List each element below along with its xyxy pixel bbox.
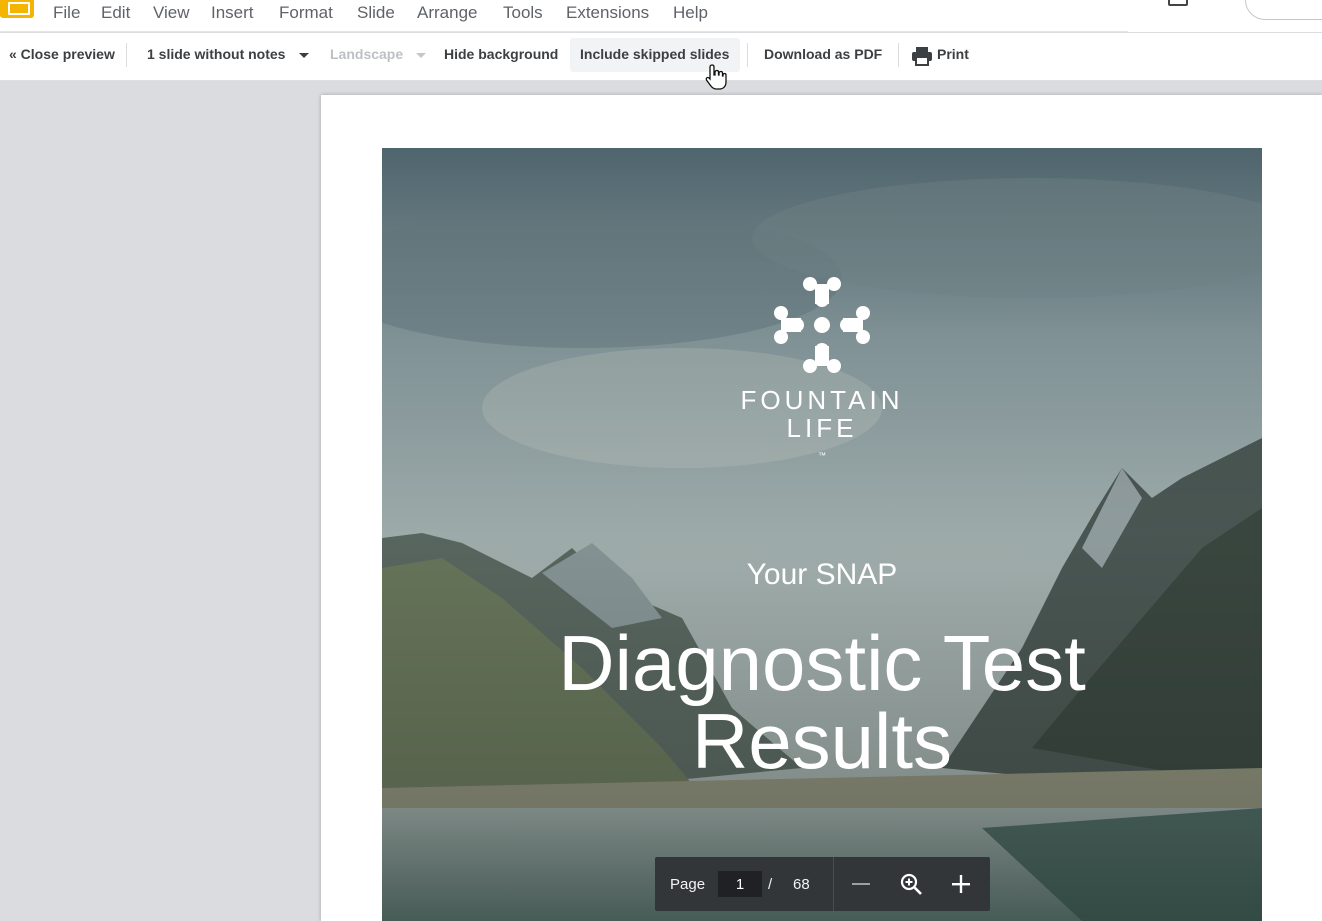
orientation-dropdown[interactable]: Landscape (330, 45, 403, 63)
menu-help[interactable]: Help (673, 3, 708, 23)
menu-bar: File Edit View Insert Format Slide Arran… (0, 0, 1322, 32)
menu-view[interactable]: View (153, 3, 190, 23)
menu-insert[interactable]: Insert (211, 3, 254, 23)
dropdown-caret-icon[interactable] (416, 53, 426, 58)
brand-line-2: LIFE ™ (382, 414, 1262, 470)
slide-title-line-2: Results (691, 697, 953, 785)
hand-cursor-icon (705, 64, 727, 90)
menu-slide[interactable]: Slide (357, 3, 395, 23)
zoom-in-icon[interactable] (950, 873, 972, 895)
slide-preview: FOUNTAIN LIFE ™ Your SNAP Diagnostic Test… (382, 148, 1262, 921)
menu-divider (0, 31, 1128, 32)
page-number-input[interactable] (718, 871, 762, 897)
notes-dropdown[interactable]: 1 slide without notes (147, 45, 285, 63)
print-icon[interactable] (911, 46, 933, 66)
menu-arrange[interactable]: Arrange (417, 3, 477, 23)
menu-edit[interactable]: Edit (101, 3, 130, 23)
controls-divider (833, 857, 834, 911)
menu-format[interactable]: Format (279, 3, 333, 23)
slides-logo-icon[interactable] (0, 0, 34, 18)
fountain-life-logo-icon (774, 277, 870, 373)
page-separator: / (768, 876, 773, 893)
brand-name: FOUNTAIN LIFE ™ (382, 386, 1262, 470)
zoom-out-icon[interactable] (850, 874, 872, 894)
page-label: Page (670, 876, 706, 893)
trademark-symbol: ™ (818, 451, 826, 460)
slide-title-line-1: Diagnostic Test (558, 619, 1086, 707)
close-preview-button[interactable]: « Close preview (9, 45, 115, 63)
toolbar-separator (898, 43, 899, 67)
brand-line-1: FOUNTAIN (740, 385, 904, 415)
share-button[interactable] (1245, 0, 1322, 20)
print-button[interactable]: Print (937, 45, 969, 63)
toolbar-separator (126, 43, 127, 67)
menu-extensions[interactable]: Extensions (566, 3, 649, 23)
zoom-fit-icon[interactable] (899, 872, 923, 896)
menu-file[interactable]: File (53, 3, 80, 23)
hide-background-button[interactable]: Hide background (444, 45, 558, 63)
menu-tools[interactable]: Tools (503, 3, 543, 23)
present-icon[interactable] (1168, 0, 1188, 6)
print-preview-toolbar: « Close preview 1 slide without notes La… (0, 33, 1322, 81)
toolbar-separator (747, 43, 748, 67)
pdf-page-controls: Page / 68 (655, 857, 990, 911)
total-pages: 68 (793, 876, 810, 893)
brand-line-2-text: LIFE (786, 413, 858, 443)
download-pdf-button[interactable]: Download as PDF (764, 45, 882, 63)
dropdown-caret-icon[interactable] (299, 53, 309, 58)
slide-subtitle: Your SNAP (746, 558, 898, 591)
mountain-landscape-image (382, 148, 1262, 921)
slide-title: Diagnostic Test Results (382, 624, 1262, 780)
include-skipped-slides-button[interactable]: Include skipped slides (580, 45, 729, 63)
